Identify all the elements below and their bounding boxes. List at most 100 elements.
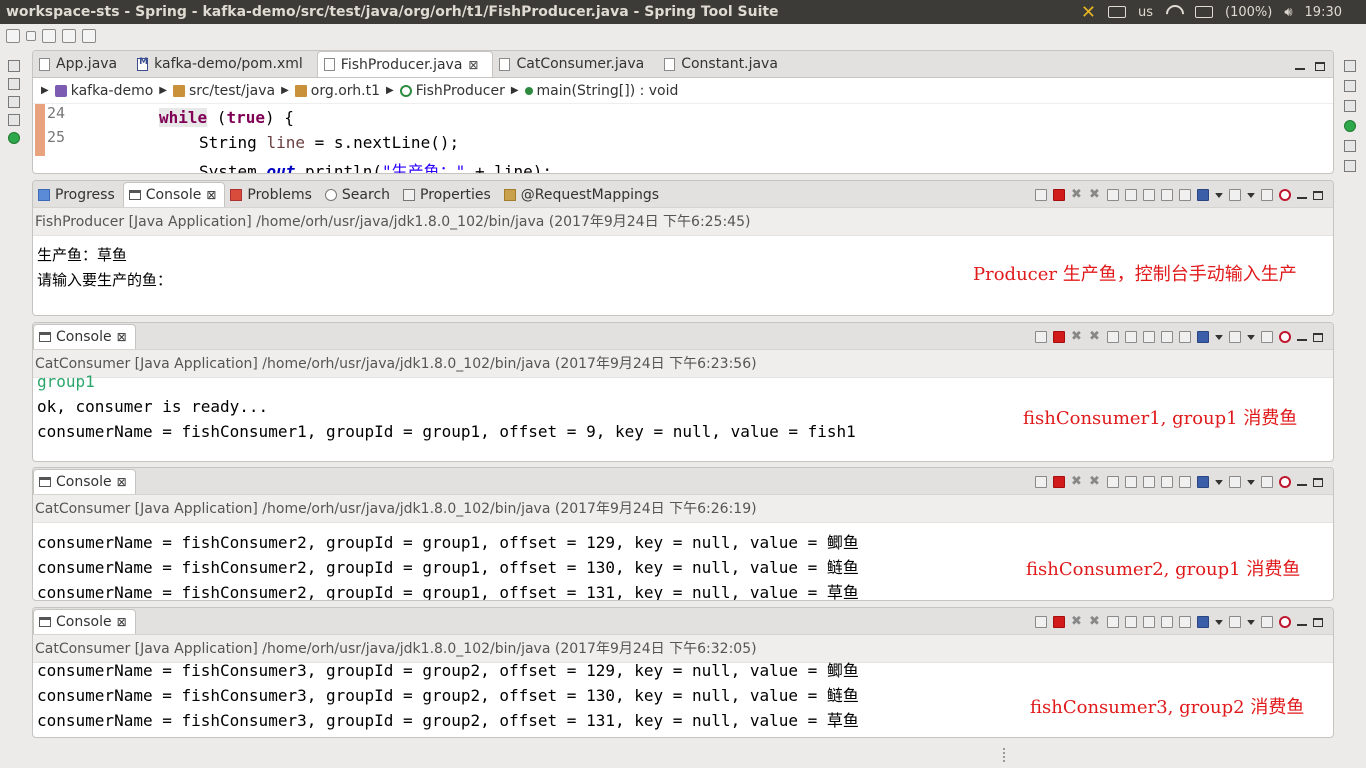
annotation-icon[interactable] bbox=[1279, 189, 1291, 201]
chevron-down-icon[interactable] bbox=[1215, 192, 1223, 198]
view-menu-icon[interactable] bbox=[1261, 331, 1273, 343]
remove-all-icon[interactable]: ✖ bbox=[1089, 330, 1101, 343]
new-icon[interactable] bbox=[6, 29, 20, 43]
tab-constant-java[interactable]: Constant.java bbox=[658, 51, 792, 77]
minimize-icon[interactable] bbox=[1297, 624, 1307, 626]
outline-icon[interactable] bbox=[1344, 80, 1356, 92]
close-icon[interactable]: ⊠ bbox=[117, 615, 127, 629]
boot-dashboard-icon[interactable] bbox=[8, 132, 20, 144]
tab-request-mappings[interactable]: @RequestMappings bbox=[499, 182, 667, 207]
task-list-icon[interactable] bbox=[1344, 160, 1356, 172]
close-icon[interactable]: ⊠ bbox=[206, 188, 216, 202]
pin-icon[interactable] bbox=[1035, 476, 1047, 488]
dropdown-icon[interactable] bbox=[26, 31, 36, 41]
code-editor[interactable]: 24 25 while (true) { String line = s.nex… bbox=[33, 104, 1333, 173]
spring-explorer-icon[interactable] bbox=[1344, 120, 1356, 132]
word-wrap-icon[interactable] bbox=[1143, 616, 1155, 628]
tab-fishproducer-java[interactable]: FishProducer.java ⊠ bbox=[316, 51, 494, 77]
scroll-lock-icon[interactable] bbox=[1125, 476, 1137, 488]
tab-catconsumer-java[interactable]: CatConsumer.java bbox=[493, 51, 658, 77]
restore-icon[interactable] bbox=[1344, 100, 1356, 112]
breadcrumb-method[interactable]: main(String[]) : void bbox=[537, 83, 679, 99]
breadcrumb-source-folder[interactable]: src/test/java bbox=[189, 83, 275, 99]
terminate-icon[interactable] bbox=[1053, 331, 1065, 343]
show-on-err-icon[interactable] bbox=[1179, 331, 1191, 343]
close-icon[interactable]: ⊠ bbox=[117, 475, 127, 489]
keyboard-icon[interactable] bbox=[1108, 6, 1126, 18]
maximize-icon[interactable] bbox=[1313, 617, 1323, 627]
annotation-icon[interactable] bbox=[1279, 476, 1291, 488]
terminate-icon[interactable] bbox=[1053, 616, 1065, 628]
scroll-lock-icon[interactable] bbox=[1125, 331, 1137, 343]
remove-icon[interactable]: ✖ bbox=[1071, 475, 1083, 488]
remove-all-icon[interactable]: ✖ bbox=[1089, 188, 1101, 201]
clear-console-icon[interactable] bbox=[1107, 331, 1119, 343]
chevron-down-icon[interactable] bbox=[1247, 479, 1255, 485]
chevron-right-icon[interactable]: ▶ bbox=[511, 85, 519, 96]
chevron-down-icon[interactable] bbox=[1247, 192, 1255, 198]
save-icon[interactable] bbox=[42, 29, 56, 43]
scroll-lock-icon[interactable] bbox=[1125, 189, 1137, 201]
terminate-icon[interactable] bbox=[1053, 476, 1065, 488]
show-on-out-icon[interactable] bbox=[1161, 616, 1173, 628]
open-console-icon[interactable] bbox=[1229, 616, 1241, 628]
restore-icon[interactable] bbox=[1344, 60, 1356, 72]
clock[interactable]: 19:30 bbox=[1305, 5, 1342, 20]
display-console-icon[interactable] bbox=[1197, 476, 1209, 488]
battery-level[interactable]: (100%) bbox=[1225, 5, 1272, 20]
minimize-icon[interactable] bbox=[1295, 68, 1305, 70]
resize-handle[interactable] bbox=[1003, 748, 1007, 762]
word-wrap-icon[interactable] bbox=[1143, 331, 1155, 343]
restore-icon[interactable] bbox=[8, 96, 20, 108]
tab-console[interactable]: Console ⊠ bbox=[33, 469, 136, 494]
chevron-down-icon[interactable] bbox=[1247, 619, 1255, 625]
show-on-err-icon[interactable] bbox=[1179, 189, 1191, 201]
display-console-icon[interactable] bbox=[1197, 189, 1209, 201]
tab-search[interactable]: Search bbox=[320, 182, 398, 207]
volume-icon[interactable]: 🔊︎ bbox=[1284, 5, 1292, 20]
maximize-icon[interactable] bbox=[1313, 332, 1323, 342]
tab-console[interactable]: Console ⊠ bbox=[33, 324, 136, 349]
annotation-icon[interactable] bbox=[1279, 616, 1291, 628]
clear-console-icon[interactable] bbox=[1107, 189, 1119, 201]
word-wrap-icon[interactable] bbox=[1143, 476, 1155, 488]
minimize-icon[interactable] bbox=[1297, 484, 1307, 486]
breadcrumb-class[interactable]: FishProducer bbox=[416, 83, 505, 99]
pin-icon[interactable] bbox=[1035, 189, 1047, 201]
chevron-right-icon[interactable]: ▶ bbox=[281, 85, 289, 96]
chevron-right-icon[interactable]: ▶ bbox=[386, 85, 394, 96]
battery-icon[interactable] bbox=[1195, 6, 1214, 18]
tab-properties[interactable]: Properties bbox=[398, 182, 499, 207]
chevron-down-icon[interactable] bbox=[1215, 619, 1223, 625]
show-on-out-icon[interactable] bbox=[1161, 476, 1173, 488]
open-console-icon[interactable] bbox=[1229, 476, 1241, 488]
tab-console[interactable]: Console ⊠ bbox=[33, 609, 136, 634]
tab-progress[interactable]: Progress bbox=[33, 182, 123, 207]
terminate-icon[interactable] bbox=[1053, 189, 1065, 201]
clear-console-icon[interactable] bbox=[1107, 616, 1119, 628]
clear-console-icon[interactable] bbox=[1107, 476, 1119, 488]
package-explorer-icon[interactable] bbox=[8, 78, 20, 90]
close-icon[interactable]: ⊠ bbox=[468, 58, 478, 72]
skip-breakpoints-icon[interactable] bbox=[82, 29, 96, 43]
close-icon[interactable]: ⊠ bbox=[117, 330, 127, 344]
show-on-err-icon[interactable] bbox=[1179, 616, 1191, 628]
maximize-icon[interactable] bbox=[1313, 477, 1323, 487]
tab-problems[interactable]: Problems bbox=[225, 182, 320, 207]
hierarchy-icon[interactable] bbox=[1344, 140, 1356, 152]
pin-icon[interactable] bbox=[1035, 616, 1047, 628]
remove-all-icon[interactable]: ✖ bbox=[1089, 615, 1101, 628]
remove-icon[interactable]: ✖ bbox=[1071, 188, 1083, 201]
tab-console[interactable]: Console ⊠ bbox=[122, 182, 226, 207]
x-icon[interactable]: ✕ bbox=[1081, 2, 1096, 23]
word-wrap-icon[interactable] bbox=[1143, 189, 1155, 201]
chevron-right-icon[interactable]: ▶ bbox=[159, 85, 167, 96]
maximize-icon[interactable] bbox=[1315, 62, 1325, 71]
pin-icon[interactable] bbox=[1035, 331, 1047, 343]
wifi-icon[interactable] bbox=[1165, 5, 1183, 19]
save-all-icon[interactable] bbox=[62, 29, 76, 43]
restore-icon[interactable] bbox=[8, 60, 20, 72]
chevron-down-icon[interactable] bbox=[1215, 479, 1223, 485]
display-console-icon[interactable] bbox=[1197, 331, 1209, 343]
view-menu-icon[interactable] bbox=[1261, 189, 1273, 201]
